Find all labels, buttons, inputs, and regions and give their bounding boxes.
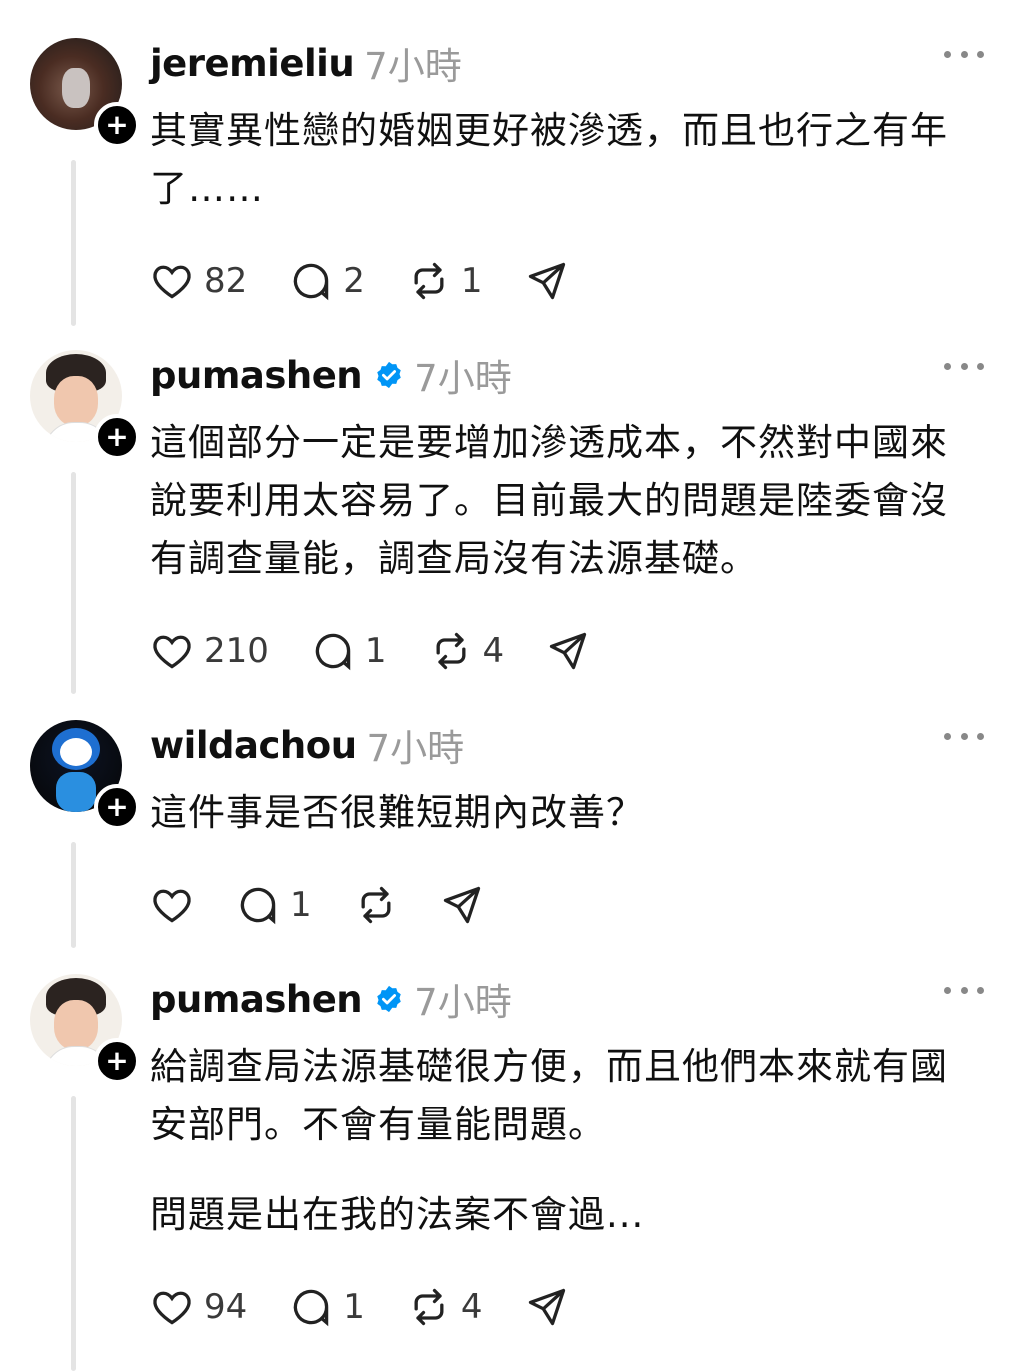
repost-button[interactable]: 4: [407, 1285, 483, 1329]
more-icon[interactable]: [944, 356, 984, 376]
reply-count: 1: [364, 631, 387, 671]
post-header: jeremieliu 7小時: [150, 38, 462, 89]
post-body: 這件事是否很難短期內改善？: [150, 791, 644, 834]
thread-line: [71, 842, 76, 948]
timestamp: 7小時: [366, 727, 465, 770]
more-icon[interactable]: [944, 726, 984, 746]
reply-button[interactable]: 2: [289, 259, 365, 303]
follow-plus-icon[interactable]: +: [94, 414, 140, 460]
follow-plus-icon[interactable]: +: [94, 784, 140, 830]
repost-button[interactable]: 4: [429, 629, 505, 673]
share-button[interactable]: [525, 1285, 569, 1329]
timestamp: 7小時: [414, 357, 512, 400]
repost-icon: [414, 1288, 444, 1326]
repost-icon: [436, 632, 466, 670]
username[interactable]: wildachou: [150, 724, 357, 767]
post-body: 給調查局法源基礎很方便，而且他們本來就有國安部門。不會有量能問題。 問題是出在我…: [150, 1045, 948, 1236]
action-bar: 82 2 1: [150, 256, 611, 306]
comment-icon: [315, 633, 351, 671]
like-count: 94: [204, 1287, 248, 1327]
follow-plus-icon[interactable]: +: [94, 1038, 140, 1084]
repost-button[interactable]: 1: [407, 259, 483, 303]
like-button[interactable]: [150, 883, 194, 927]
post-header: pumashen 7小時: [150, 974, 512, 1025]
action-bar: 94 1 4: [150, 1282, 611, 1332]
post-body: 其實異性戀的婚姻更好被滲透，而且也行之有年了……: [150, 109, 948, 210]
post-body: 這個部分一定是要增加滲透成本，不然對中國來說要利用太容易了。目前最大的問題是陸委…: [150, 421, 948, 580]
follow-plus-icon[interactable]: +: [94, 102, 140, 148]
thread-line: [71, 1096, 76, 1371]
verified-badge-icon: [377, 361, 401, 389]
more-icon[interactable]: [944, 980, 984, 1000]
verified-badge-icon: [377, 985, 401, 1013]
repost-count: 4: [460, 1287, 483, 1327]
comment-icon: [240, 887, 276, 925]
repost-icon: [361, 886, 391, 924]
reply-button[interactable]: 1: [289, 1285, 365, 1329]
like-count: 210: [204, 631, 269, 671]
action-bar: 1: [150, 880, 526, 930]
post-header: wildachou 7小時: [150, 720, 465, 771]
send-icon: [443, 886, 480, 924]
repost-count: 4: [482, 631, 505, 671]
send-icon: [528, 262, 565, 300]
repost-button[interactable]: [354, 883, 398, 927]
avatar[interactable]: +: [30, 974, 140, 1084]
like-button[interactable]: 210: [150, 629, 269, 673]
share-button[interactable]: [546, 629, 590, 673]
heart-icon: [153, 889, 191, 923]
username[interactable]: pumashen: [150, 354, 363, 397]
reply-button[interactable]: 1: [236, 883, 312, 927]
reply-count: 1: [290, 885, 312, 925]
comment-icon: [294, 263, 329, 301]
send-icon: [528, 1288, 565, 1326]
reply-count: 2: [343, 261, 365, 301]
username[interactable]: jeremieliu: [150, 42, 355, 85]
post-header: pumashen 7小時: [150, 350, 512, 401]
thread-line: [71, 472, 76, 694]
share-button[interactable]: [440, 883, 484, 927]
timestamp: 7小時: [364, 45, 462, 88]
thread-line: [71, 160, 76, 326]
repost-icon: [414, 262, 444, 300]
reply-button[interactable]: 1: [311, 629, 387, 673]
avatar[interactable]: +: [30, 350, 140, 460]
like-button[interactable]: 82: [150, 259, 247, 303]
repost-count: 1: [460, 261, 483, 301]
username[interactable]: pumashen: [150, 978, 363, 1021]
send-icon: [550, 632, 587, 670]
like-button[interactable]: 94: [150, 1285, 247, 1329]
reply-count: 1: [343, 1287, 365, 1327]
heart-icon: [153, 635, 191, 669]
action-bar: 210 1 4: [150, 626, 632, 676]
share-button[interactable]: [525, 259, 569, 303]
timestamp: 7小時: [414, 981, 512, 1024]
more-icon[interactable]: [944, 44, 984, 64]
heart-icon: [153, 1291, 191, 1325]
like-count: 82: [204, 261, 248, 301]
heart-icon: [153, 265, 191, 299]
avatar[interactable]: +: [30, 720, 140, 830]
avatar[interactable]: +: [30, 38, 140, 148]
comment-icon: [294, 1289, 329, 1327]
